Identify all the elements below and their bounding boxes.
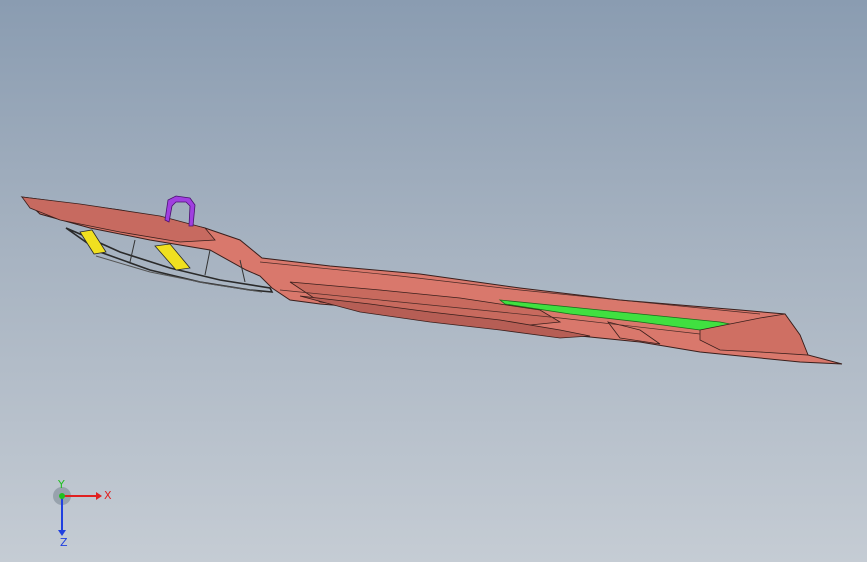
- y-axis-label: Y: [57, 478, 65, 491]
- left-upper-flange: [21, 196, 216, 243]
- yellow-clip-right: [154, 243, 191, 271]
- z-axis-label: Z: [60, 536, 68, 546]
- axis-triad: X Y Z: [53, 478, 112, 546]
- bumper-model[interactable]: [0, 0, 867, 562]
- yellow-clip-left: [79, 229, 107, 255]
- x-axis-arrow: [96, 492, 102, 500]
- x-axis-label: X: [104, 489, 112, 502]
- 3d-viewport[interactable]: X Y Z: [0, 0, 867, 562]
- y-axis-dot: [59, 493, 65, 499]
